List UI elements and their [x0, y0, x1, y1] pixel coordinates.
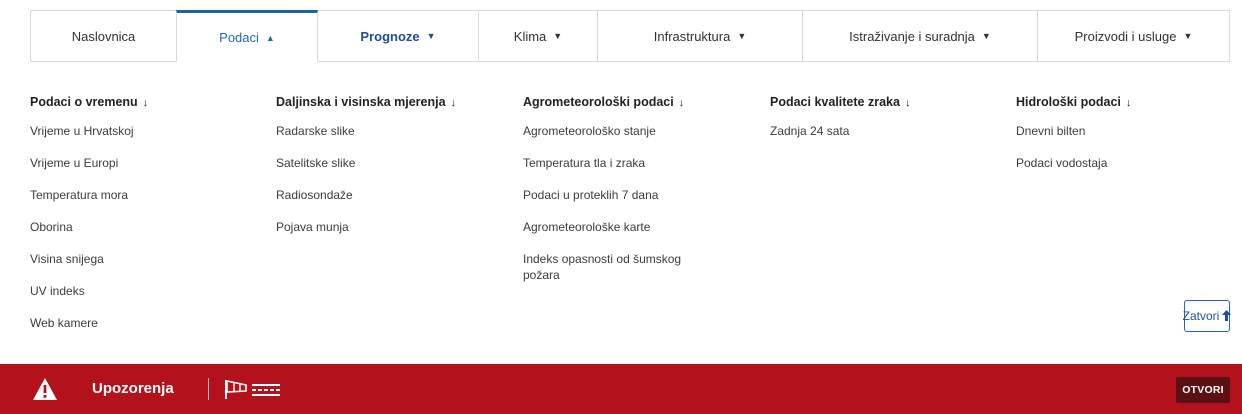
heading-label: Podaci kvalitete zraka — [770, 95, 900, 109]
menu-link[interactable]: Radarske slike — [276, 123, 456, 139]
menu-link[interactable]: Temperatura mora — [30, 187, 148, 203]
tab-klima[interactable]: Klima ▼ — [478, 10, 598, 62]
menu-link[interactable]: Agrometeorološko stanje — [523, 123, 713, 139]
menu-link[interactable]: Pojava munja — [276, 219, 456, 235]
heading-label: Hidrološki podaci — [1016, 95, 1121, 109]
menu-link[interactable]: Visina snijega — [30, 251, 148, 267]
tab-podaci[interactable]: Podaci ▲ — [176, 10, 318, 62]
menu-link[interactable]: Podaci u proteklih 7 dana — [523, 187, 713, 203]
column-heading[interactable]: Podaci kvalitete zraka ↓ — [770, 95, 910, 109]
tab-naslovnica[interactable]: Naslovnica — [30, 10, 177, 62]
menu-link[interactable]: Vrijeme u Hrvatskoj — [30, 123, 148, 139]
open-warnings-button[interactable]: OTVORI — [1176, 377, 1230, 403]
tab-label: Prognoze — [360, 28, 420, 44]
main-navigation: Naslovnica Podaci ▲ Prognoze ▼ Klima ▼ I… — [30, 10, 1230, 62]
menu-link[interactable]: Temperatura tla i zraka — [523, 155, 713, 171]
menu-column-hidroloski: Hidrološki podaci ↓ Dnevni bilten Podaci … — [1016, 95, 1131, 187]
menu-column-agrometeoroloski: Agrometeorološki podaci ↓ Agrometeorološk… — [523, 95, 713, 299]
column-heading[interactable]: Podaci o vremenu ↓ — [30, 95, 148, 109]
menu-link[interactable]: Vrijeme u Europi — [30, 155, 148, 171]
menu-link[interactable]: Web kamere — [30, 315, 148, 331]
tab-infrastruktura[interactable]: Infrastruktura ▼ — [597, 10, 803, 62]
tab-label: Proizvodi i usluge — [1074, 28, 1177, 44]
tab-label: Infrastruktura — [653, 28, 731, 44]
menu-link[interactable]: Agrometeorološke karte — [523, 219, 713, 235]
close-label: Zatvori — [1182, 309, 1220, 323]
column-heading[interactable]: Hidrološki podaci ↓ — [1016, 95, 1131, 109]
menu-column-daljinska-mjerenja: Daljinska i visinska mjerenja ↓ Radarske … — [276, 95, 456, 251]
tab-label: Klima — [513, 28, 547, 44]
menu-link[interactable]: Podaci vodostaja — [1016, 155, 1131, 171]
tab-istrazivanje[interactable]: Istraživanje i suradnja ▼ — [802, 10, 1038, 62]
warnings-title[interactable]: Upozorenja — [92, 380, 174, 397]
menu-link[interactable]: Satelitske slike — [276, 155, 456, 171]
tab-label: Naslovnica — [71, 28, 136, 44]
column-heading[interactable]: Daljinska i visinska mjerenja ↓ — [276, 95, 456, 109]
menu-link[interactable]: UV indeks — [30, 283, 148, 299]
caret-down-icon: ▼ — [737, 31, 747, 41]
arrow-down-icon: ↓ — [904, 97, 911, 109]
heading-label: Podaci o vremenu — [30, 95, 138, 109]
menu-column-kvaliteta-zraka: Podaci kvalitete zraka ↓ Zadnja 24 sata — [770, 95, 910, 155]
menu-link[interactable]: Oborina — [30, 219, 148, 235]
caret-down-icon: ▼ — [426, 31, 436, 41]
windsock-icon — [225, 380, 280, 399]
caret-up-icon: ▲ — [265, 32, 275, 43]
warning-triangle-icon — [33, 378, 57, 400]
menu-link[interactable]: Zadnja 24 sata — [770, 123, 910, 139]
warnings-bar: Upozorenja OTVORI — [0, 364, 1242, 414]
menu-link[interactable]: Indeks opasnosti od šumskog požara — [523, 251, 713, 283]
menu-link[interactable]: Radiosondaže — [276, 187, 456, 203]
tab-label: Istraživanje i suradnja — [849, 28, 975, 44]
heading-label: Agrometeorološki podaci — [523, 95, 674, 109]
menu-column-podaci-o-vremenu: Podaci o vremenu ↓ Vrijeme u Hrvatskoj Vr… — [30, 95, 148, 347]
close-menu-button[interactable]: Zatvori — [1182, 300, 1232, 332]
menu-link[interactable]: Dnevni bilten — [1016, 123, 1131, 139]
caret-down-icon: ▼ — [553, 31, 563, 41]
arrow-down-icon: ↓ — [678, 97, 685, 109]
caret-down-icon: ▼ — [1183, 31, 1193, 41]
arrow-down-icon: ↓ — [1125, 97, 1132, 109]
tab-proizvodi[interactable]: Proizvodi i usluge ▼ — [1037, 10, 1230, 62]
wind-lines-icon — [252, 384, 280, 396]
tab-prognoze[interactable]: Prognoze ▼ — [317, 10, 479, 62]
heading-label: Daljinska i visinska mjerenja — [276, 95, 446, 109]
tab-label: Podaci — [219, 30, 259, 45]
podaci-mega-menu: Podaci o vremenu ↓ Vrijeme u Hrvatskoj Vr… — [30, 62, 1230, 360]
divider — [208, 378, 209, 400]
arrow-up-icon — [1222, 309, 1232, 324]
arrow-down-icon: ↓ — [142, 97, 149, 109]
caret-down-icon: ▼ — [981, 31, 991, 41]
arrow-down-icon: ↓ — [450, 97, 457, 109]
column-heading[interactable]: Agrometeorološki podaci ↓ — [523, 95, 713, 109]
